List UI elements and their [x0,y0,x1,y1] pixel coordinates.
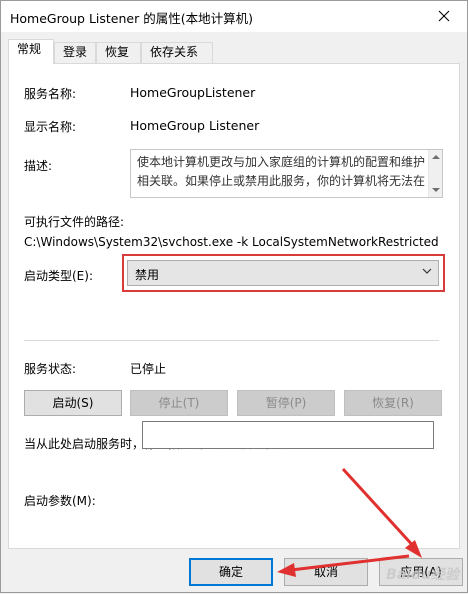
resume-button[interactable]: 恢复(R) [344,390,442,416]
exe-path-label: 可执行文件的路径: [24,215,125,229]
start-button[interactable]: 启动(S) [24,390,122,416]
display-name-value: HomeGroup Listener [130,118,260,133]
scroll-up-icon[interactable] [432,155,440,159]
title-bar: HomeGroup Listener 的属性(本地计算机) [1,1,467,32]
description-scrollbar[interactable] [428,150,442,197]
pause-button[interactable]: 暂停(P) [237,390,335,416]
service-name-label: 服务名称: [24,87,77,101]
separator [24,340,439,341]
tab-dependencies[interactable]: 依存关系 [141,42,213,63]
startup-type-label: 启动类型(E): [24,269,93,283]
start-params-input[interactable] [142,421,434,449]
chevron-down-icon [422,268,432,274]
description-text: 使本地计算机更改与加入家庭组的计算机的配置和维护相关联。如果停止或禁用此服务，你… [137,155,426,188]
exe-path-value: C:\Windows\System32\svchost.exe -k Local… [24,235,439,249]
display-name-label: 显示名称: [24,120,77,134]
service-status-value: 已停止 [130,362,167,376]
general-panel: 服务名称: HomeGroupListener 显示名称: HomeGroup … [8,63,460,549]
close-button[interactable] [421,1,467,31]
tab-recovery[interactable]: 恢复 [96,42,141,63]
service-status-label: 服务状态: [24,362,77,376]
service-name-value: HomeGroupListener [130,85,256,100]
startup-type-select[interactable]: 禁用 [127,260,439,286]
scroll-down-icon[interactable] [432,188,440,192]
startup-type-value: 禁用 [135,268,160,282]
close-icon [438,10,450,22]
window-title: HomeGroup Listener 的属性(本地计算机) [10,11,253,26]
tab-general[interactable]: 常规 [8,39,54,64]
description-box[interactable]: 使本地计算机更改与加入家庭组的计算机的配置和维护相关联。如果停止或禁用此服务，你… [130,149,443,198]
tab-logon[interactable]: 登录 [54,42,96,63]
ok-button[interactable]: 确定 [189,558,273,586]
description-label: 描述: [24,159,53,173]
start-params-label: 启动参数(M): [24,494,96,508]
properties-window: HomeGroup Listener 的属性(本地计算机) 常规 登录 恢复 依… [0,0,468,593]
tab-strip: 常规 登录 恢复 依存关系 [8,39,458,64]
baidu-watermark: Baidu经验 [386,567,459,583]
stop-button[interactable]: 停止(T) [130,390,228,416]
cancel-button[interactable]: 取消 [284,558,368,586]
